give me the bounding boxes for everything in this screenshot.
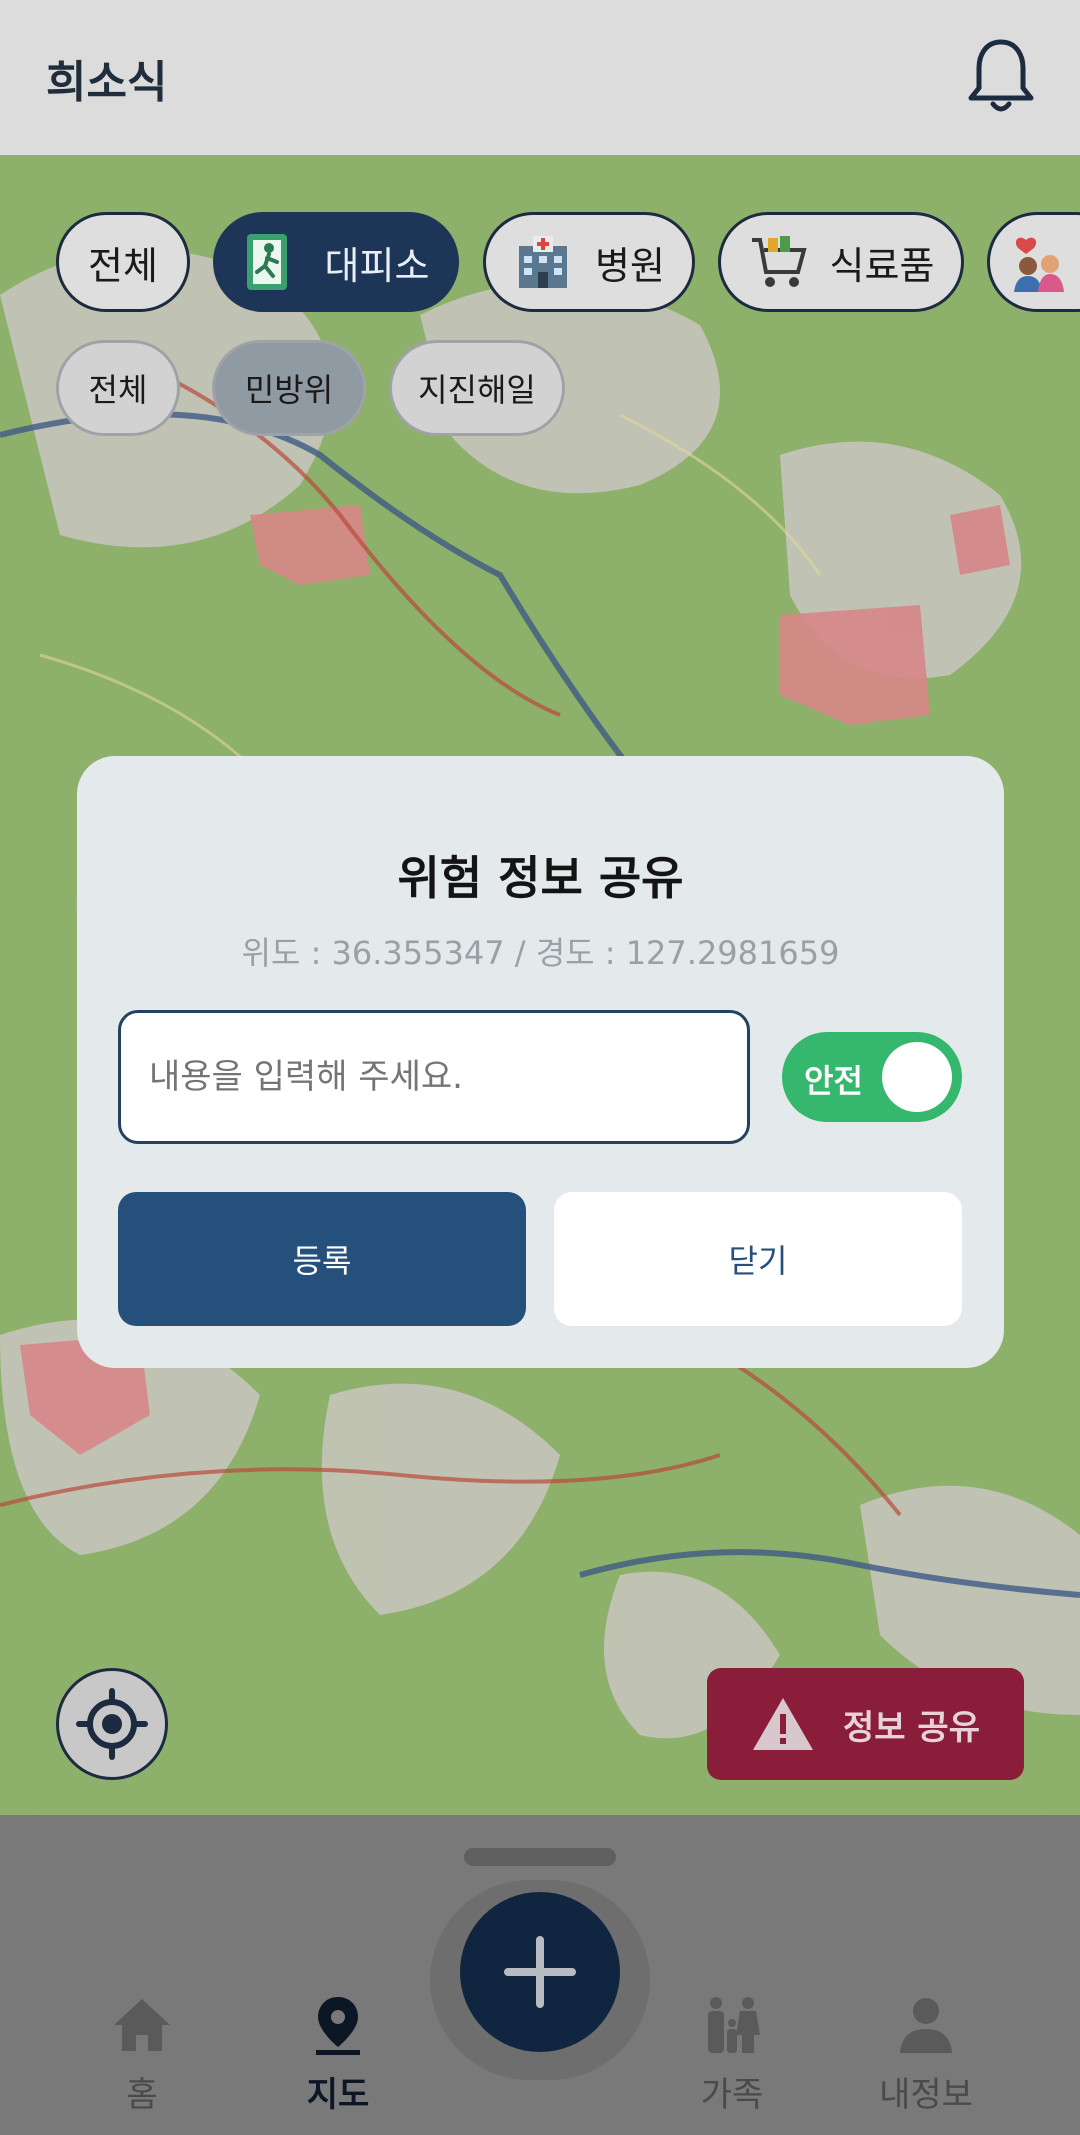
danger-share-modal: 위험 정보 공유 위도 : 36.355347 / 경도 : 127.29816… xyxy=(77,756,1004,1368)
safety-toggle[interactable]: 안전 xyxy=(782,1032,962,1122)
close-button[interactable]: 닫기 xyxy=(554,1192,962,1326)
coordinates-text: 위도 : 36.355347 / 경도 : 127.2981659 xyxy=(241,934,840,972)
toggle-knob xyxy=(882,1042,952,1112)
submit-button[interactable]: 등록 xyxy=(118,1192,526,1326)
toggle-label: 안전 xyxy=(804,1062,863,1100)
content-input[interactable] xyxy=(118,1010,750,1144)
modal-title: 위험 정보 공유 xyxy=(397,851,684,905)
